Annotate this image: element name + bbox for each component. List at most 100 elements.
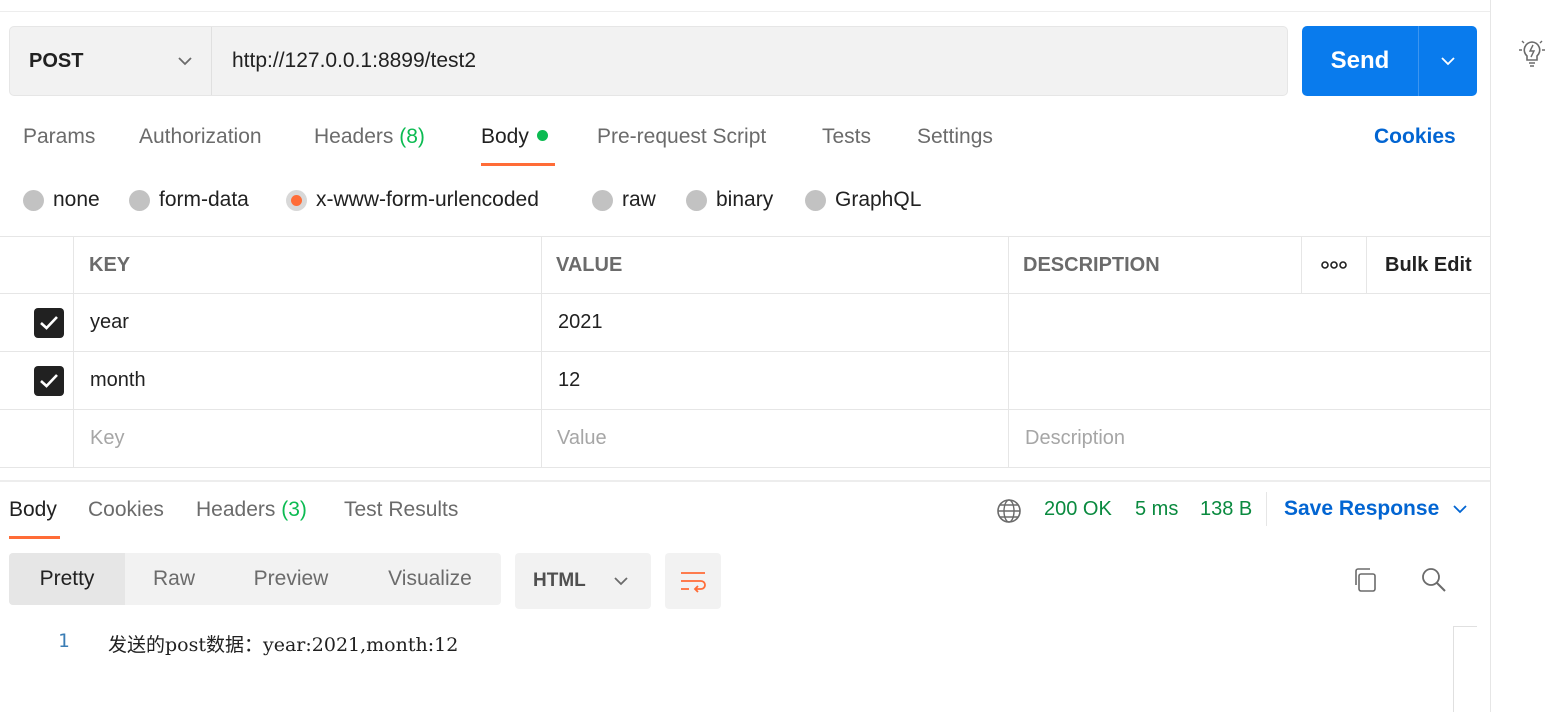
response-tab-test-results[interactable]: Test Results [344,498,458,522]
header-key: KEY [89,253,131,276]
tab-headers[interactable]: Headers (8) [314,125,425,149]
view-raw[interactable]: Raw [125,553,223,605]
ellipsis-icon [1321,261,1347,269]
new-description-input[interactable]: Description [1025,410,1125,467]
response-time[interactable]: 5 ms [1135,498,1178,521]
search-icon[interactable] [1420,566,1448,594]
response-tab-headers[interactable]: Headers (3) [196,498,307,522]
response-divider [0,480,1490,482]
tab-headers-label: Headers [314,125,394,148]
scrollbar-track[interactable] [1453,626,1477,712]
response-size[interactable]: 138 B [1200,498,1252,521]
tab-authorization-label: Authorization [139,125,262,148]
tab-params[interactable]: Params [23,125,95,149]
tab-authorization[interactable]: Authorization [139,125,262,149]
bulk-edit-button[interactable]: Bulk Edit [1385,237,1472,293]
checkmark-icon [40,315,58,330]
body-type-label: raw [622,188,656,211]
chevron-down-icon [178,57,192,66]
postman-window: POST http://127.0.0.1:8899/test2 Send Pa… [0,0,1558,712]
radio-circle [686,189,707,211]
response-tab-test-results-label: Test Results [344,498,459,521]
cookies-link[interactable]: Cookies [1374,125,1456,149]
radio-circle [129,189,150,211]
checkmark-icon [40,373,58,388]
chevron-down-icon [1453,505,1467,514]
row-checkbox[interactable] [34,352,64,409]
response-tab-headers-label: Headers [196,498,276,521]
body-type-none[interactable]: none [23,188,100,212]
copy-icon[interactable] [1351,566,1379,594]
save-response-label: Save Response [1284,497,1440,520]
method-select[interactable]: POST [10,27,212,95]
format-select[interactable]: HTML [515,553,651,609]
active-tab-underline [481,163,555,166]
body-type-raw[interactable]: raw [592,188,656,212]
view-mode-selector: Pretty Raw Preview Visualize [9,553,501,605]
line-number: 1 [58,630,70,652]
body-type-label: GraphQL [835,188,922,211]
row-value[interactable]: 2021 [558,294,603,351]
checkbox-checked [34,365,64,396]
response-body-line: 发送的post数据：year:2021,month:12 [108,634,459,656]
tab-params-label: Params [23,125,96,148]
response-tab-cookies[interactable]: Cookies [88,498,164,522]
tab-headers-count: (8) [399,125,425,148]
tab-pre-request-script[interactable]: Pre-request Script [597,125,766,149]
body-type-label: binary [716,188,774,211]
radio-circle [23,189,44,211]
send-label: Send [1302,26,1419,96]
radio-circle [592,189,613,211]
tab-tests-label: Tests [822,125,872,148]
checkbox-checked [34,307,64,338]
view-pretty[interactable]: Pretty [9,553,125,605]
tab-body-label: Body [481,125,529,148]
tab-settings[interactable]: Settings [917,125,993,149]
response-tab-body[interactable]: Body [9,498,57,522]
row-key[interactable]: year [90,294,129,351]
globe-icon[interactable] [996,498,1022,524]
top-divider [0,11,1490,12]
table-header-row: KEY VALUE DESCRIPTION Bulk Edit [0,236,1490,294]
radio-circle-selected [286,189,307,211]
send-button[interactable]: Send [1302,26,1477,96]
body-type-form-data[interactable]: form-data [129,188,249,212]
send-dropdown-button[interactable] [1419,26,1477,96]
new-key-input[interactable]: Key [90,410,124,467]
table-row: month 12 [0,352,1490,410]
table-row: year 2021 [0,294,1490,352]
request-bar: POST http://127.0.0.1:8899/test2 [9,26,1288,96]
url-input[interactable]: http://127.0.0.1:8899/test2 [212,27,1287,95]
header-description: DESCRIPTION [1023,253,1160,276]
body-type-label: x-www-form-urlencoded [316,188,539,211]
format-label: HTML [533,570,586,591]
tab-tests[interactable]: Tests [822,125,871,149]
status-code[interactable]: 200 OK [1044,498,1112,521]
more-options-icon[interactable] [1321,237,1347,293]
body-type-binary[interactable]: binary [686,188,773,212]
wrap-lines-button[interactable] [665,553,721,609]
tab-settings-label: Settings [917,125,993,148]
response-active-tab-underline [9,536,60,539]
response-tab-body-label: Body [9,498,57,521]
view-visualize[interactable]: Visualize [359,553,501,605]
status-divider [1266,492,1267,526]
response-tab-headers-count: (3) [281,498,307,521]
row-value[interactable]: 12 [558,352,580,409]
new-value-input[interactable]: Value [557,410,607,467]
chevron-down-icon [1441,57,1455,66]
body-type-graphql[interactable]: GraphQL [805,188,921,212]
body-type-x-www-form-urlencoded[interactable]: x-www-form-urlencoded [286,188,539,212]
view-preview[interactable]: Preview [223,553,359,605]
tab-pre-request-script-label: Pre-request Script [597,125,767,148]
row-key[interactable]: month [90,352,146,409]
wrap-lines-icon [681,572,706,593]
save-response-button[interactable]: Save Response [1284,497,1469,521]
row-description[interactable] [1025,352,1485,409]
row-checkbox[interactable] [34,294,64,351]
row-description[interactable] [1025,294,1485,351]
radio-circle [805,189,826,211]
header-value: VALUE [556,253,623,276]
lightbulb-icon[interactable] [1516,36,1548,70]
tab-body[interactable]: Body [481,125,548,149]
